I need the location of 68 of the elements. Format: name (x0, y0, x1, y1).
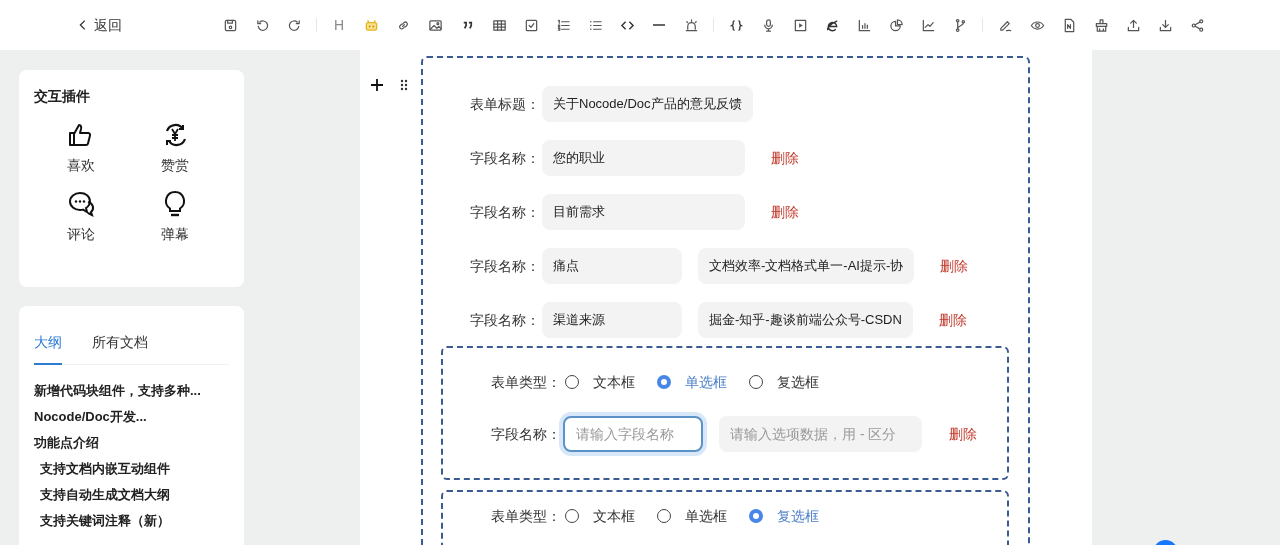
card-title: 交互插件 (34, 87, 90, 106)
field-label: 字段名称： (491, 424, 561, 444)
radio-button[interactable] (657, 375, 671, 389)
field-name-input[interactable]: 请输入字段名称 (563, 416, 703, 452)
field-label: 字段名称： (470, 202, 541, 222)
pie-chart-icon (888, 17, 904, 33)
share-icon (1189, 17, 1205, 33)
outline-tab[interactable]: 大纲 (34, 332, 62, 365)
field-name-input[interactable]: 痛点 (542, 248, 682, 284)
play-icon (792, 17, 808, 33)
braces-icon (728, 17, 744, 33)
radio-label[interactable]: 文本框 (593, 505, 635, 527)
delete-link[interactable]: 删除 (949, 423, 977, 445)
download-icon (1157, 17, 1173, 33)
alarm-light-icon (683, 17, 699, 33)
options-input[interactable]: 请输入选项数据，用 - 区分 (719, 416, 922, 452)
outline-item[interactable]: 支持自动生成文档大纲 (40, 485, 170, 505)
image-icon (427, 17, 443, 33)
plugin-label[interactable]: 赞赏 (161, 155, 189, 176)
outline-item[interactable]: Nocode/Doc开发... (34, 407, 147, 427)
field-label: 字段名称： (470, 256, 541, 276)
back-button[interactable]: 返回 (76, 14, 122, 36)
options-input[interactable]: 文档效率-文档格式单一-AI提示-协 (698, 248, 915, 284)
radio-label[interactable]: 单选框 (685, 505, 727, 527)
field-label: 表单标题： (470, 94, 541, 114)
outline-item[interactable]: 支持文档内嵌互动组件 (40, 459, 170, 479)
delete-link[interactable]: 删除 (938, 309, 967, 331)
outline-item[interactable]: 功能点介绍 (34, 433, 99, 453)
browser-icon (824, 17, 840, 33)
outline-item[interactable]: 支持关键词注释（新） (40, 511, 170, 531)
field-name-input[interactable]: 您的职业 (542, 140, 745, 176)
delete-link[interactable]: 删除 (771, 147, 799, 169)
brush-icon (1093, 17, 1109, 33)
table-icon (491, 17, 507, 33)
bar-chart-icon (856, 17, 872, 33)
line-chart-icon (920, 17, 936, 33)
outline-tab[interactable]: 所有文档 (92, 332, 148, 365)
radio-button[interactable] (749, 509, 763, 523)
drag-handle-icon[interactable] (400, 79, 408, 91)
numbered-list-icon (555, 17, 571, 33)
delete-link[interactable]: 删除 (771, 201, 799, 223)
field-label: 表单类型： (491, 506, 561, 526)
field-label: 字段名称： (470, 310, 541, 330)
robot-icon (363, 17, 379, 33)
heading-button[interactable]: H (323, 9, 355, 41)
field-label: 表单类型： (491, 372, 561, 392)
radio-label[interactable]: 单选框 (685, 371, 727, 393)
field-label: 字段名称： (470, 148, 541, 168)
radio-label[interactable]: 复选框 (777, 505, 819, 527)
field-name-input[interactable]: 渠道来源 (542, 302, 682, 338)
plugin-label[interactable]: 弹幕 (161, 224, 189, 245)
title-field[interactable]: 关于Nocode/Doc产品的意见反馈 (542, 86, 753, 122)
redo-icon (286, 17, 302, 33)
radio-label[interactable]: 文本框 (593, 371, 635, 393)
chat-bubbles-icon (67, 190, 95, 218)
delete-link[interactable]: 删除 (940, 255, 969, 277)
outline-item[interactable]: 新增代码块组件，支持多种... (34, 381, 201, 401)
upload-icon (1125, 17, 1141, 33)
add-icon[interactable] (371, 79, 383, 91)
field-name-input[interactable]: 目前需求 (542, 194, 745, 230)
undo-icon (254, 17, 270, 33)
options-input[interactable]: 掘金-知乎-趣谈前端公众号-CSDN (698, 302, 913, 338)
plugin-label[interactable]: 评论 (67, 224, 95, 245)
radio-label[interactable]: 复选框 (777, 371, 819, 393)
horizontal-rule-icon (653, 24, 665, 26)
checkbox-icon (523, 17, 539, 33)
save-icon (222, 17, 238, 33)
plugin-label[interactable]: 喜欢 (67, 155, 95, 176)
